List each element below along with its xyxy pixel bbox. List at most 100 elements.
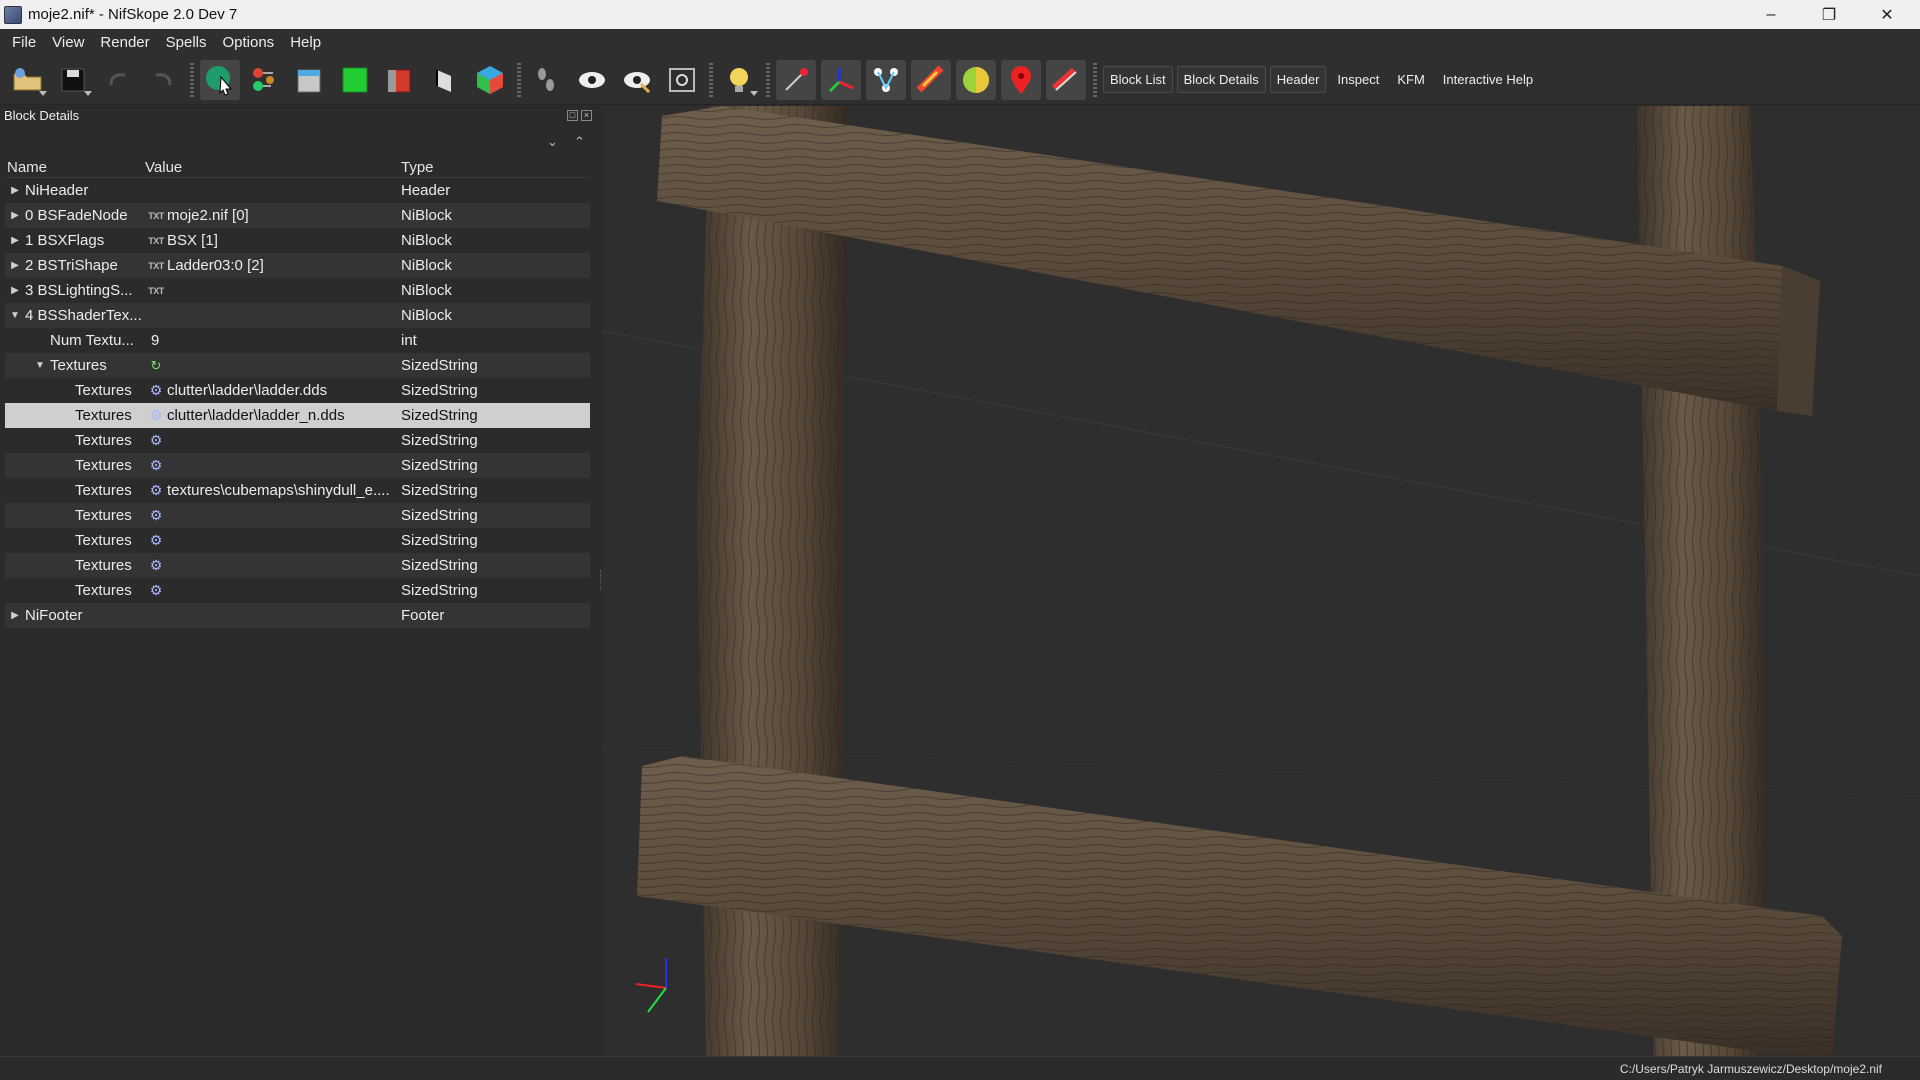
header-button[interactable]: Header [1269,66,1327,93]
row-type: SizedString [401,557,478,574]
visibility-icon[interactable] [572,60,612,100]
row-value[interactable]: TXT [145,283,395,299]
row-value[interactable]: TXT BSX [1] [145,232,395,249]
expand-arrow-icon[interactable]: ▶ [5,210,25,221]
select-icon[interactable] [200,59,240,100]
close-button[interactable]: ✕ [1858,0,1916,29]
view-flip-icon[interactable] [425,60,465,100]
undo-icon[interactable] [98,60,138,100]
view-front-icon[interactable] [290,60,330,100]
vertex-icon[interactable] [776,59,816,100]
row-name-text: Textures [75,457,132,474]
block-list-button[interactable]: Block List [1103,66,1173,93]
view-perspective-icon[interactable] [470,60,510,100]
tree-row[interactable]: Textures ⚙ SizedString [5,553,590,578]
view-side-icon[interactable] [380,60,420,100]
axes-icon[interactable] [821,59,861,100]
row-name-text: Textures [75,532,132,549]
interactive-help-button[interactable]: Interactive Help [1436,66,1540,93]
close-panel-icon[interactable]: × [581,110,592,121]
visibility-alt-icon[interactable] [617,60,657,100]
row-type: NiBlock [401,232,452,249]
refresh-icon: ↻ [150,357,162,373]
column-type[interactable]: Type [395,159,590,176]
column-value[interactable]: Value [145,159,395,176]
expand-arrow-icon[interactable]: ▶ [5,610,25,621]
tree-row[interactable]: ▶ 2 BSTriShape TXT Ladder03:0 [2] NiBlock [5,253,590,278]
expand-all-icon[interactable]: ⌃ [574,134,585,150]
row-type: Header [401,182,451,199]
row-value[interactable]: ⚙ [145,508,395,524]
tree-row[interactable]: ▼ 4 BSShaderTex... NiBlock [5,303,590,328]
tree-row[interactable]: Textures ⚙ SizedString [5,453,590,478]
marker-icon[interactable] [1001,59,1041,100]
redo-icon[interactable] [143,60,183,100]
collapse-arrow-icon[interactable]: ▼ [30,360,50,371]
menu-file[interactable]: File [4,34,44,51]
row-value[interactable]: ⚙ [145,533,395,549]
save-icon[interactable] [53,60,93,100]
row-value[interactable]: ⚙ [145,558,395,574]
kfm-button[interactable]: KFM [1390,66,1431,93]
collapse-arrow-icon[interactable]: ▼ [5,310,25,321]
light-icon[interactable] [719,60,759,100]
expand-arrow-icon[interactable]: ▶ [5,185,25,196]
tree-row[interactable]: Textures ⚙ SizedString [5,578,590,603]
axis-gizmo [635,958,667,1013]
nodes-icon[interactable] [866,59,906,100]
row-value[interactable]: 9 [145,332,395,349]
menu-spells[interactable]: Spells [158,34,215,51]
collapse-all-icon[interactable]: ⌄ [547,134,558,150]
menu-help[interactable]: Help [282,34,329,51]
view-top-icon[interactable] [335,60,375,100]
shading-icon[interactable] [956,59,996,100]
expand-arrow-icon[interactable]: ▶ [5,235,25,246]
title-bar: moje2.nif* - NifSkope 2.0 Dev 7 – ❐ ✕ [0,0,1920,29]
tree-row[interactable]: Textures ⚙ clutter\ladder\ladder.dds SizedS… [5,378,590,403]
render-viewport[interactable] [602,106,1920,1056]
collision-icon[interactable] [911,59,951,100]
paint-icon[interactable] [1046,59,1086,100]
block-details-button[interactable]: Block Details [1176,66,1266,93]
block-tree: Name Value Type ▶ NiHeader Header ▶ 0 BSFade… [5,158,590,628]
menu-view[interactable]: View [44,34,92,51]
row-name-text: Textures [75,407,132,424]
walk-icon[interactable] [527,60,567,100]
tree-row[interactable]: Textures ⚙ textures\cubemaps\shinydull_e..… [5,478,590,503]
row-value[interactable]: ⚙ [145,583,395,599]
row-value[interactable]: ⚙ textures\cubemaps\shinydull_e.... [145,482,395,499]
tree-row[interactable]: ▶ NiHeader Header [5,178,590,203]
tree-row[interactable]: ▼ Textures ↻ SizedString [5,353,590,378]
expand-arrow-icon[interactable]: ▶ [5,260,25,271]
row-value[interactable]: ↻ [145,358,395,374]
restore-button[interactable]: ❐ [1800,0,1858,29]
open-icon[interactable] [8,60,48,100]
row-value[interactable]: TXT Ladder03:0 [2] [145,257,395,274]
tree-row[interactable]: ▶ 1 BSXFlags TXT BSX [1] NiBlock [5,228,590,253]
row-name-text: Textures [75,557,132,574]
row-type: SizedString [401,407,478,424]
tree-row[interactable]: ▶ 0 BSFadeNode TXT moje2.nif [0] NiBlock [5,203,590,228]
row-value[interactable]: ⚙ [145,458,395,474]
tree-row[interactable]: Textures ⚙ SizedString [5,428,590,453]
column-name[interactable]: Name [5,159,145,176]
tree-row[interactable]: Num Textu... 9 int [5,328,590,353]
menu-options[interactable]: Options [214,34,282,51]
tree-row[interactable]: Textures ⚙ clutter\ladder\ladder_n.dds Size… [5,403,590,428]
screenshot-icon[interactable] [662,60,702,100]
expand-arrow-icon[interactable]: ▶ [5,285,25,296]
tree-row[interactable]: ▶ 3 BSLightingS... TXT NiBlock [5,278,590,303]
connect-icon[interactable] [245,60,285,100]
inspect-button[interactable]: Inspect [1330,66,1386,93]
row-value[interactable]: ⚙ clutter\ladder\ladder_n.dds [145,407,395,424]
tree-row[interactable]: Textures ⚙ SizedString [5,528,590,553]
block-details-panel: Block Details □ × ⌄ ⌃ Name Value Type ▶ N… [0,106,600,1056]
menu-render[interactable]: Render [92,34,157,51]
row-value[interactable]: ⚙ [145,433,395,449]
float-panel-icon[interactable]: □ [567,110,578,121]
minimize-button[interactable]: – [1742,0,1800,29]
row-value[interactable]: TXT moje2.nif [0] [145,207,395,224]
tree-row[interactable]: Textures ⚙ SizedString [5,503,590,528]
row-value[interactable]: ⚙ clutter\ladder\ladder.dds [145,382,395,399]
tree-row[interactable]: ▶ NiFooter Footer [5,603,590,628]
